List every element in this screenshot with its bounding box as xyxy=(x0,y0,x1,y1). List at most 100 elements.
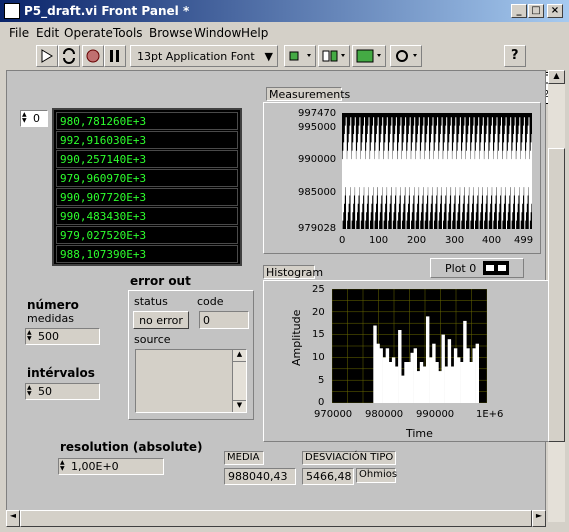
measurements-plot-area xyxy=(341,113,533,230)
pause-button[interactable] xyxy=(104,45,126,67)
array-element: 980,781260E+3 xyxy=(56,112,238,130)
chevron-down-icon: ▼ xyxy=(264,50,273,63)
y-tick: 990000 xyxy=(298,154,337,165)
resize-objects-button[interactable] xyxy=(352,45,386,67)
histogram-bar xyxy=(460,362,464,403)
histogram-label: Histogram xyxy=(263,265,323,279)
scroll-right-icon[interactable]: ► xyxy=(532,510,546,527)
x-tick: 400 xyxy=(482,235,502,246)
plot-legend-label: Plot 0 xyxy=(445,262,477,275)
array-element: 990,257140E+3 xyxy=(56,150,238,168)
x-tick: 499 xyxy=(514,235,534,246)
align-objects-button[interactable] xyxy=(284,45,316,67)
distribute-objects-button[interactable] xyxy=(318,45,350,67)
y-tick: 20 xyxy=(312,307,325,318)
histogram-bar xyxy=(395,366,399,403)
numero-medidas-value: 500 xyxy=(38,330,59,343)
error-out-cluster: status code no error 0 source ▲ ▼ xyxy=(128,290,254,420)
resolution-control[interactable]: ▲ ▼ 1,00E+0 xyxy=(58,458,164,475)
histogram-ylabel: Amplitude xyxy=(290,309,303,366)
spinner-arrows-icon[interactable]: ▲ ▼ xyxy=(27,330,35,343)
distribute-icon xyxy=(322,50,345,62)
menu-browse[interactable]: Browse xyxy=(149,26,193,40)
source-scrollbar[interactable]: ▲ ▼ xyxy=(232,350,246,412)
x-tick: 990000 xyxy=(416,409,455,420)
reorder-icon xyxy=(396,50,417,62)
x-tick: 1E+6 xyxy=(476,409,504,420)
measurements-label: Measurements xyxy=(266,87,350,101)
code-label: code xyxy=(197,295,224,308)
histogram-bar xyxy=(432,343,436,403)
array-element: 992,916030E+3 xyxy=(56,131,238,149)
histogram-bar xyxy=(429,357,433,403)
y-tick: 10 xyxy=(312,352,325,363)
maximize-button[interactable]: □ xyxy=(528,4,544,18)
plot-legend[interactable]: Plot 0 xyxy=(430,258,524,278)
intervalos-control[interactable]: ▲ ▼ 50 xyxy=(25,383,100,400)
stop-icon xyxy=(86,49,100,63)
run-button[interactable] xyxy=(36,45,58,67)
spinner-arrows-icon[interactable]: ▲ ▼ xyxy=(22,112,30,125)
array-index[interactable]: ▲ ▼ 0 xyxy=(20,110,48,127)
measurements-waveform xyxy=(341,117,533,230)
abort-button[interactable] xyxy=(82,45,104,67)
numero-label: número xyxy=(27,298,79,312)
scrollbar-thumb[interactable] xyxy=(548,148,565,442)
histogram-bar xyxy=(475,343,479,403)
y-tick: 5 xyxy=(318,375,325,386)
menu-file[interactable]: File xyxy=(9,26,29,40)
histogram-bar xyxy=(401,375,405,403)
run-arrow-icon xyxy=(41,49,53,63)
x-tick: 300 xyxy=(445,235,465,246)
scroll-up-icon[interactable]: ▲ xyxy=(233,350,246,362)
histogram-bar xyxy=(457,357,461,403)
histogram-bar xyxy=(466,348,470,403)
menu-edit[interactable]: Edit xyxy=(36,26,59,40)
minimize-button[interactable]: _ xyxy=(511,4,527,18)
media-label: MEDIA xyxy=(224,451,264,465)
measurements-chart: 997470 995000 990000 985000 979028 0 100… xyxy=(263,102,541,254)
intervalos-label: intérvalos xyxy=(27,366,95,380)
vertical-scrollbar[interactable]: ▲ xyxy=(548,70,565,522)
scrollbar-thumb[interactable] xyxy=(20,510,532,527)
y-tick: 0 xyxy=(318,397,325,408)
histogram-bar xyxy=(416,371,421,403)
spinner-arrows-icon[interactable]: ▲ ▼ xyxy=(60,460,68,473)
close-button[interactable]: × xyxy=(547,4,563,18)
scroll-left-icon[interactable]: ◄ xyxy=(6,510,20,527)
scroll-up-icon[interactable]: ▲ xyxy=(548,70,565,84)
array-element: 990,483430E+3 xyxy=(56,207,238,225)
histogram-bar xyxy=(463,320,467,403)
histogram-bar xyxy=(410,352,414,403)
help-question-icon: ? xyxy=(511,48,519,63)
histogram-bar xyxy=(407,362,411,403)
resolution-label: resolution (absolute) xyxy=(60,440,203,454)
histogram-bar xyxy=(453,348,458,403)
intervalos-value: 50 xyxy=(38,385,52,398)
x-tick: 100 xyxy=(369,235,389,246)
font-select[interactable]: 13pt Application Font ▼ xyxy=(130,45,278,67)
menu-tools[interactable]: Tools xyxy=(113,26,143,40)
x-tick: 970000 xyxy=(314,409,353,420)
error-out-label: error out xyxy=(130,274,191,288)
run-continuously-button[interactable] xyxy=(58,45,80,67)
status-indicator: no error xyxy=(133,311,189,329)
scroll-down-icon[interactable]: ▼ xyxy=(233,400,246,412)
histogram-bar xyxy=(447,339,452,403)
histogram-bar xyxy=(450,366,455,403)
histogram-chart: Amplitude 25 20 15 10 5 0 970000 980000 … xyxy=(263,280,553,442)
y-tick: 979028 xyxy=(298,223,337,234)
menu-operate[interactable]: Operate xyxy=(64,26,113,40)
menu-help[interactable]: Help xyxy=(241,26,268,40)
horizontal-scrollbar[interactable]: ◄ ► xyxy=(6,510,546,527)
y-tick: 997470 xyxy=(298,108,337,119)
array-element: 979,027520E+3 xyxy=(56,226,238,244)
menu-window[interactable]: Window xyxy=(194,26,241,40)
numero-medidas-control[interactable]: ▲ ▼ 500 xyxy=(25,328,100,345)
histogram-bar xyxy=(413,348,417,403)
source-indicator: ▲ ▼ xyxy=(135,349,247,413)
help-button[interactable]: ? xyxy=(504,45,526,67)
spinner-arrows-icon[interactable]: ▲ ▼ xyxy=(27,385,35,398)
array-indicator: 980,781260E+3 992,916030E+3 990,257140E+… xyxy=(52,108,242,266)
reorder-button[interactable] xyxy=(390,45,422,67)
